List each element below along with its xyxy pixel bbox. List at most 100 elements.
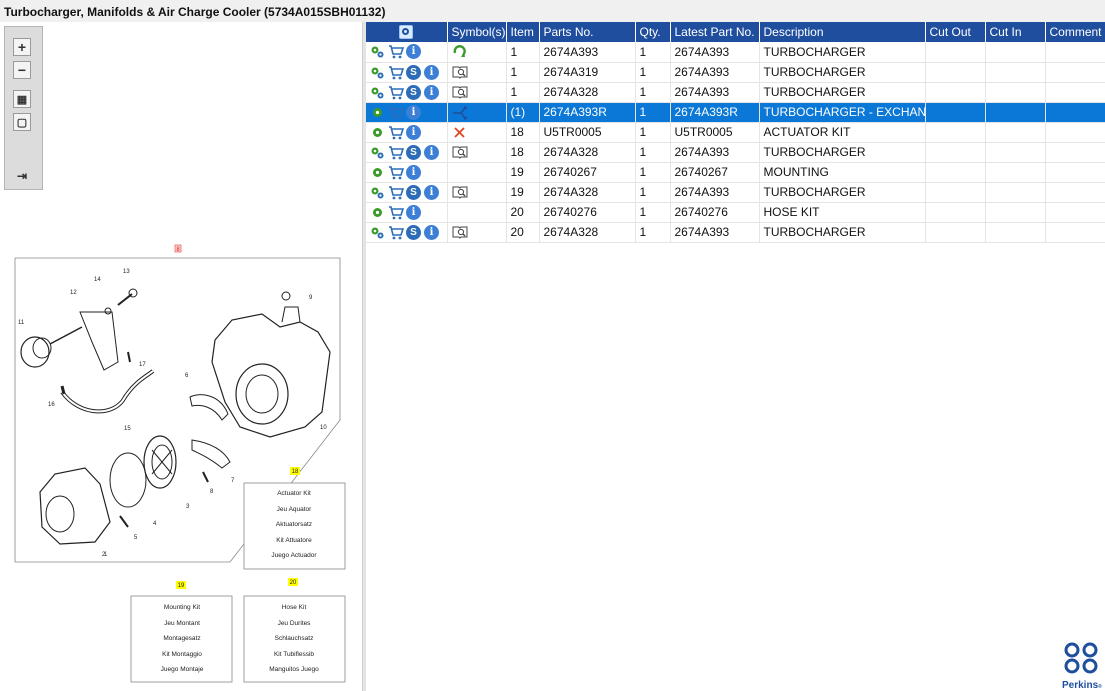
service-manual-icon[interactable] [452,185,467,200]
cell-parts-no[interactable]: 26740276 [539,202,636,223]
description-column-header[interactable]: Description [759,22,926,42]
table-row[interactable]: i 19 26740267 1 26740267 MOUNTING [366,162,1105,183]
item-column-header[interactable]: Item [506,22,540,42]
info-icon[interactable]: i [424,84,439,100]
cell-parts-no[interactable]: 2674A328 [539,222,636,243]
add-to-cart-icon[interactable] [388,44,405,59]
cell-parts-no[interactable]: 2674A393R [539,102,636,123]
service-info-icon[interactable]: S [406,184,421,200]
info-icon[interactable]: i [406,104,421,120]
service-manual-icon[interactable] [452,85,467,100]
fit-view-button[interactable]: ▦ [13,90,31,108]
table-row[interactable]: i 18 U5TR0005 1 U5TR0005 ACTUATOR KIT [366,122,1105,143]
add-to-cart-icon[interactable] [388,145,405,160]
exchange-icon[interactable] [452,105,468,120]
configure-gears-icon[interactable] [370,65,385,80]
view-column-header[interactable] [366,22,448,42]
service-info-icon[interactable]: S [406,144,421,160]
cell-latest-part-no[interactable]: U5TR0005 [670,122,760,143]
table-row[interactable]: Si 19 2674A328 1 2674A393 TURBOCHARGER [366,182,1105,203]
configure-gear-icon[interactable] [370,205,385,220]
table-row[interactable]: i 20 26740276 1 26740276 HOSE KIT [366,202,1105,223]
service-info-icon[interactable]: S [406,64,421,80]
kit-19-badge[interactable]: 19 [178,583,185,589]
recycle-icon[interactable] [452,44,467,59]
qty-column-header[interactable]: Qty. [635,22,671,42]
cell-parts-no[interactable]: 2674A328 [539,182,636,203]
cell-latest-part-no[interactable]: 2674A393 [670,182,760,203]
configure-gears-icon[interactable] [370,85,385,100]
cell-parts-no[interactable]: 2674A328 [539,142,636,163]
cell-parts-no[interactable]: 2674A319 [539,62,636,83]
table-row[interactable]: i 1 2674A393 1 2674A393 TURBOCHARGER [366,42,1105,63]
configure-gears-icon[interactable] [370,145,385,160]
kit-18-badge[interactable]: 18 [292,469,299,475]
callout-13[interactable]: 13 [123,269,130,275]
service-info-icon[interactable]: S [406,84,421,100]
cell-parts-no[interactable]: U5TR0005 [539,122,636,143]
superseded-cross-icon[interactable] [452,125,467,140]
configure-gear-icon[interactable] [370,105,385,120]
symbols-column-header[interactable]: Symbol(s) [447,22,507,42]
info-icon[interactable]: i [424,224,439,240]
table-row[interactable]: i (1) 2674A393R 1 2674A393R TURBOCHARGER - EX… [366,102,1105,123]
table-row[interactable]: Si 18 2674A328 1 2674A393 TURBOCHARGER [366,142,1105,163]
callout-10[interactable]: 10 [320,425,327,431]
window-zoom-button[interactable]: ▢ [13,113,31,131]
service-manual-icon[interactable] [452,65,467,80]
cell-latest-part-no[interactable]: 26740276 [670,202,760,223]
add-to-cart-icon[interactable] [388,85,405,100]
callout-7[interactable]: 7 [231,478,235,484]
cell-latest-part-no[interactable]: 2674A393R [670,102,760,123]
service-info-icon[interactable]: S [406,224,421,240]
add-to-cart-icon[interactable] [388,205,405,220]
cell-latest-part-no[interactable]: 2674A393 [670,42,760,63]
add-to-cart-icon[interactable] [388,185,405,200]
cell-latest-part-no[interactable]: 2674A393 [670,222,760,243]
callout-15[interactable]: 15 [124,426,131,432]
info-icon[interactable]: i [424,184,439,200]
comment-column-header[interactable]: Comment [1045,22,1105,42]
add-to-cart-icon[interactable] [388,65,405,80]
info-icon[interactable]: i [424,144,439,160]
callout-9[interactable]: 9 [309,295,313,301]
info-icon[interactable]: i [406,164,421,180]
add-to-cart-icon[interactable] [388,125,405,140]
table-row[interactable]: Si 20 2674A328 1 2674A393 TURBOCHARGER [366,222,1105,243]
configure-gear-icon[interactable] [370,125,385,140]
table-row[interactable]: Si 1 2674A319 1 2674A393 TURBOCHARGER [366,62,1105,83]
cell-latest-part-no[interactable]: 2674A393 [670,142,760,163]
kit-20-badge[interactable]: 20 [290,580,297,586]
callout-6[interactable]: 6 [185,373,189,379]
zoom-in-button[interactable]: + [13,38,31,56]
cut-in-column-header[interactable]: Cut In [985,22,1046,42]
callout-4[interactable]: 4 [153,521,157,527]
callout-3[interactable]: 3 [186,504,190,510]
cell-parts-no[interactable]: 26740267 [539,162,636,183]
callout-17[interactable]: 17 [139,362,146,368]
callout-5[interactable]: 5 [134,535,138,541]
cell-latest-part-no[interactable]: 2674A393 [670,82,760,103]
cut-out-column-header[interactable]: Cut Out [925,22,986,42]
service-manual-icon[interactable] [452,225,467,240]
add-to-cart-icon[interactable] [388,105,405,120]
info-icon[interactable]: i [424,64,439,80]
configure-gears-icon[interactable] [370,185,385,200]
configure-gears-icon[interactable] [370,225,385,240]
callout-16[interactable]: 16 [48,402,55,408]
callout-12[interactable]: 12 [70,290,77,296]
service-manual-icon[interactable] [452,145,467,160]
cell-latest-part-no[interactable]: 2674A393 [670,62,760,83]
table-row[interactable]: Si 1 2674A328 1 2674A393 TURBOCHARGER [366,82,1105,103]
info-icon[interactable]: i [406,124,421,140]
callout-14[interactable]: 14 [94,277,101,283]
parts-no-column-header[interactable]: Parts No. [539,22,636,42]
cell-parts-no[interactable]: 2674A328 [539,82,636,103]
cell-parts-no[interactable]: 2674A393 [539,42,636,63]
configure-gears-icon[interactable] [370,44,385,59]
latest-part-column-header[interactable]: Latest Part No. [670,22,760,42]
callout-8[interactable]: 8 [210,489,214,495]
info-icon[interactable]: i [406,44,421,60]
info-icon[interactable]: i [406,204,421,220]
export-button[interactable]: ⇥ [13,167,31,185]
